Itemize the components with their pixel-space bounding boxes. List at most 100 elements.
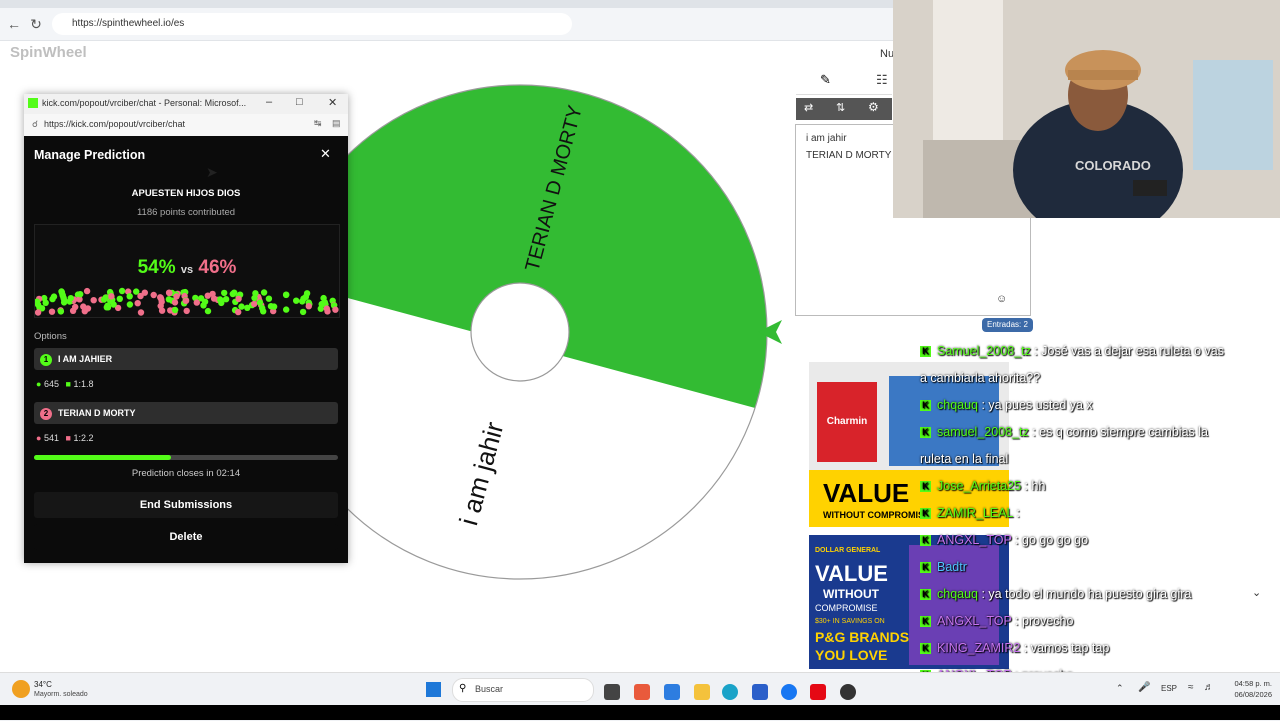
vote-dot xyxy=(103,304,111,311)
vote-dot xyxy=(35,309,42,316)
maximize-icon[interactable]: □ xyxy=(296,96,303,108)
chat-username[interactable]: Badtr xyxy=(937,560,967,574)
vote-dot xyxy=(182,297,190,304)
percentages: 54% vs 46% xyxy=(35,257,339,279)
chat-message: ruleta en la final xyxy=(920,452,1008,466)
vote-dot xyxy=(318,300,325,308)
vote-dot xyxy=(293,297,300,304)
manage-prediction-panel: Manage Prediction ✕ APUESTEN HIJOS DIOS … xyxy=(24,136,348,563)
wheel-center[interactable] xyxy=(470,282,570,382)
kick-icon xyxy=(28,98,38,108)
chat-text: : xyxy=(1012,506,1020,520)
vote-dot xyxy=(173,293,180,300)
chat-username[interactable]: samuel_2008_tz xyxy=(937,425,1029,439)
pct-left: 54% xyxy=(137,257,176,278)
popup-url[interactable]: https://kick.com/popout/vrciber/chat xyxy=(44,119,185,129)
pencil-icon[interactable]: ✎ xyxy=(820,72,831,88)
task-view-icon[interactable] xyxy=(604,684,620,700)
close-icon[interactable]: ✕ xyxy=(320,146,331,162)
store-icon[interactable] xyxy=(752,684,768,700)
windows-start-icon[interactable] xyxy=(426,682,441,697)
chat-username[interactable]: ANGXL_TOP xyxy=(937,533,1012,547)
option-1-name: I AM JAHIER xyxy=(58,354,113,364)
vote-dot xyxy=(118,287,126,295)
site-info-icon[interactable]: ☌ xyxy=(32,119,38,130)
closes-label: Prediction closes in 02:14 xyxy=(131,468,241,479)
microphone-icon[interactable]: 🎤 xyxy=(1138,682,1150,693)
spin-wheel[interactable]: TERIAN D MORTY i am jahir xyxy=(330,80,790,580)
ad1-brand: Charmin xyxy=(817,382,877,462)
vote-dot xyxy=(260,308,267,315)
chat-username[interactable]: chqauq xyxy=(937,587,978,601)
vote-dot xyxy=(299,308,307,316)
chat-message: Kchqauq : ya pues usted ya x xyxy=(920,398,1093,412)
emoji-icon[interactable]: ☺ xyxy=(996,293,1007,305)
minimize-icon[interactable]: – xyxy=(266,96,272,108)
entries-tabs: ✎ ☷ xyxy=(796,68,892,95)
reload-icon[interactable]: ↻ xyxy=(26,14,46,34)
sort-icon[interactable]: ⇅ xyxy=(836,101,845,114)
edge-icon[interactable] xyxy=(722,684,738,700)
vote-dot xyxy=(158,307,166,314)
popup-address-bar: ☌ https://kick.com/popout/vrciber/chat ↹… xyxy=(24,114,348,137)
settings-icon[interactable]: ⚙ xyxy=(868,100,879,114)
weather-icon[interactable] xyxy=(12,680,30,698)
vote-dot xyxy=(102,294,109,301)
shuffle-icon[interactable]: ⇄ xyxy=(804,101,813,114)
chat-username[interactable]: Samuel_2008_tz xyxy=(937,344,1031,358)
end-submissions-button[interactable]: End Submissions xyxy=(34,492,338,518)
site-logo[interactable]: SpinWheel xyxy=(10,44,87,61)
ratio-icon: ■ xyxy=(65,379,71,389)
netflix-icon[interactable] xyxy=(810,684,826,700)
option-1[interactable]: 1 I AM JAHIER xyxy=(34,348,338,370)
translate-icon[interactable]: ↹ xyxy=(314,118,322,129)
file-explorer-icon[interactable] xyxy=(694,684,710,700)
chat-overlay: K Samuel_2008_tz : José vas a dejar esa r… xyxy=(920,344,1280,682)
chrome-icon[interactable] xyxy=(840,684,856,700)
reader-icon[interactable]: ▤ xyxy=(332,118,341,129)
scroll-down-icon[interactable]: ⌄ xyxy=(1252,586,1261,599)
entries-count-badge: Entradas: 2 xyxy=(982,318,1033,332)
language-indicator[interactable]: ESP xyxy=(1161,684,1177,693)
copilot-icon[interactable] xyxy=(634,684,650,700)
vote-dot xyxy=(50,293,58,300)
option-1-number: 1 xyxy=(40,353,52,366)
chat-username[interactable]: chqauq xyxy=(937,398,978,412)
vote-dot xyxy=(244,304,251,311)
clock-date[interactable]: 06/08/2026 xyxy=(1228,690,1272,699)
chevron-up-icon[interactable]: ⌃ xyxy=(1116,683,1124,694)
vote-dot xyxy=(267,303,275,310)
chat-username[interactable]: Jose_Arrieta25 xyxy=(937,479,1021,493)
chat-text: : vamos tap tap xyxy=(1020,641,1110,655)
address-bar[interactable]: https://spinthewheel.io/es xyxy=(52,13,572,35)
taskbar-search[interactable]: ⚲ Buscar xyxy=(452,678,594,702)
volume-icon[interactable]: ♬ xyxy=(1204,682,1214,693)
wifi-icon[interactable]: ≈ xyxy=(1188,682,1194,693)
facebook-icon[interactable] xyxy=(781,684,797,700)
delete-button[interactable]: Delete xyxy=(34,524,338,550)
prediction-question: APUESTEN HIJOS DIOS xyxy=(131,188,241,199)
option-2[interactable]: 2 TERIAN D MORTY xyxy=(34,402,338,424)
back-icon[interactable]: ← xyxy=(4,14,24,34)
vote-dot xyxy=(235,308,242,316)
chat-username[interactable]: ZAMIR_LEAL xyxy=(937,506,1013,520)
outlook-icon[interactable] xyxy=(664,684,680,700)
close-window-icon[interactable]: ✕ xyxy=(328,96,337,109)
clipboard-icon[interactable]: ☷ xyxy=(876,72,888,88)
chat-text: ruleta en la final xyxy=(920,452,1009,466)
chat-popout-window: kick.com/popout/vrciber/chat - Personal:… xyxy=(24,94,348,563)
vote-dot xyxy=(300,295,307,302)
ad2-compromise: COMPROMISE xyxy=(815,603,878,613)
chat-message: K Jose_Arrieta25 : hh xyxy=(920,479,1045,493)
clock-time[interactable]: 04:58 p. m. xyxy=(1228,679,1272,688)
kick-badge-icon: K xyxy=(920,481,931,493)
option-2-number: 2 xyxy=(40,407,52,420)
chat-text: : ya todo el mundo ha puesto gira gira xyxy=(978,587,1192,601)
vote-dot xyxy=(332,306,339,313)
chat-message: K Samuel_2008_tz : José vas a dejar esa r… xyxy=(920,344,1224,358)
chat-username[interactable]: ANGXL_TOP xyxy=(937,614,1012,628)
chat-username[interactable]: KING_ZAMIR2 xyxy=(937,641,1020,655)
vote-dot xyxy=(42,299,49,306)
vote-dot xyxy=(229,290,236,298)
chat-text: : ya pues usted ya x xyxy=(978,398,1093,412)
